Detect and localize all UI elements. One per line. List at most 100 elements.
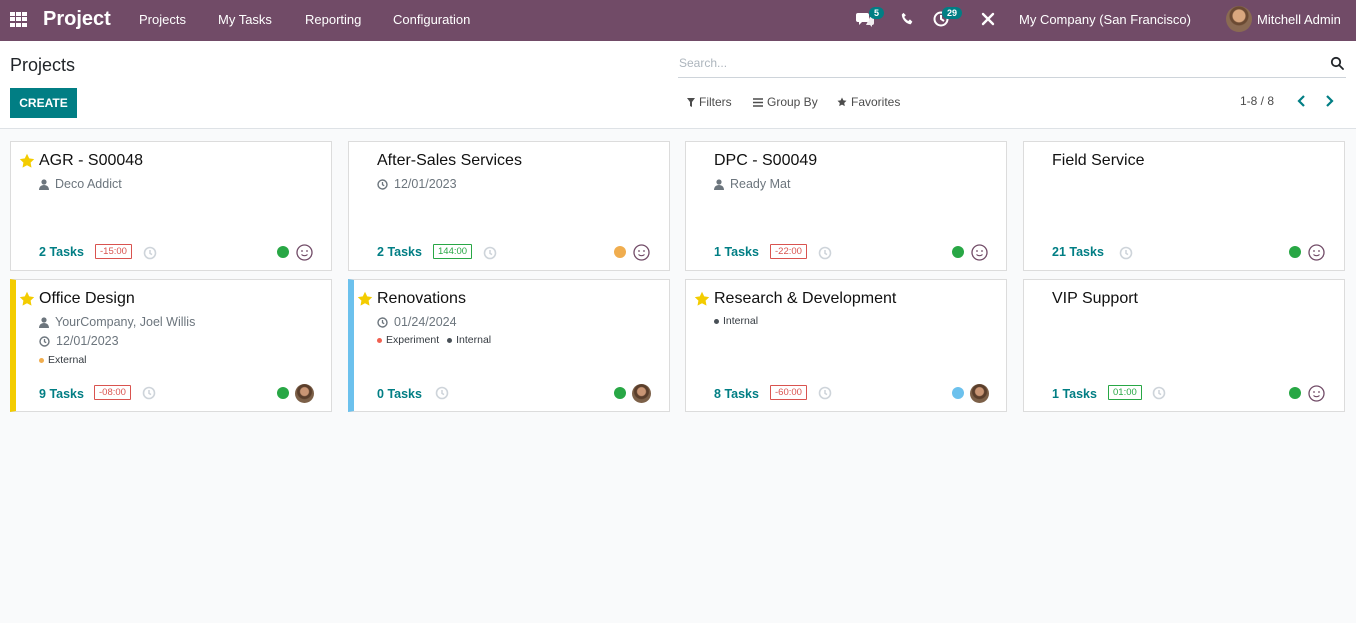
search-icon[interactable] — [1330, 56, 1344, 70]
status-dot[interactable] — [277, 246, 289, 258]
assignee-avatar[interactable] — [632, 384, 651, 403]
project-card[interactable]: Research & Development Internal 8 Tasks … — [685, 279, 1007, 412]
project-tags: External — [39, 354, 87, 366]
activity-clock-icon[interactable] — [435, 386, 449, 400]
status-dot[interactable] — [614, 246, 626, 258]
smile-icon[interactable] — [1308, 244, 1325, 261]
tasks-link[interactable]: 0 Tasks — [377, 387, 422, 401]
favorites-button[interactable]: Favorites — [837, 95, 900, 109]
tasks-label: Tasks — [1062, 387, 1097, 401]
tasks-link[interactable]: 21 Tasks — [1052, 245, 1104, 259]
tasks-count: 0 — [377, 387, 384, 401]
breadcrumb: Projects — [10, 55, 76, 75]
messages-badge: 5 — [869, 7, 885, 19]
menu-projects[interactable]: Projects — [139, 12, 186, 27]
allocated-hours-badge: 01:00 — [1108, 385, 1142, 400]
activity-clock-icon[interactable] — [143, 246, 157, 260]
date-value: 12/01/2023 — [56, 334, 119, 348]
create-button[interactable]: CREATE — [10, 88, 77, 118]
activity-clock-icon[interactable] — [483, 246, 497, 260]
smile-icon[interactable] — [633, 244, 650, 261]
tag-experiment: Experiment — [377, 334, 439, 346]
smile-icon[interactable] — [971, 244, 988, 261]
tasks-link[interactable]: 2 Tasks — [39, 245, 84, 259]
customer-name: Ready Mat — [730, 177, 791, 191]
tasks-count: 2 — [377, 245, 384, 259]
user-menu[interactable]: Mitchell Admin — [1257, 12, 1341, 27]
tasks-link[interactable]: 1 Tasks — [714, 245, 759, 259]
project-title: VIP Support — [1052, 290, 1138, 307]
app-title[interactable]: Project — [43, 8, 111, 31]
favorite-star-icon[interactable] — [19, 291, 35, 307]
customer-name: YourCompany, Joel Willis — [55, 315, 196, 329]
project-card[interactable]: After-Sales Services 12/01/2023 2 Tasks … — [348, 141, 670, 271]
tasks-label: Tasks — [724, 245, 759, 259]
filters-label: Filters — [699, 95, 732, 109]
tasks-link[interactable]: 8 Tasks — [714, 387, 759, 401]
activity-clock-icon[interactable] — [818, 386, 832, 400]
project-customer: Ready Mat — [714, 177, 790, 191]
company-switcher[interactable]: My Company (San Francisco) — [1019, 12, 1191, 27]
project-title: Field Service — [1052, 152, 1145, 169]
project-title: Office Design — [39, 290, 135, 307]
activity-clock-icon[interactable] — [818, 246, 832, 260]
status-dot[interactable] — [1289, 246, 1301, 258]
project-title: Renovations — [377, 290, 466, 307]
activity-clock-icon[interactable] — [1119, 246, 1133, 260]
menu-configuration[interactable]: Configuration — [393, 12, 470, 27]
project-card[interactable]: Field Service 21 Tasks — [1023, 141, 1345, 271]
status-dot[interactable] — [277, 387, 289, 399]
pager-value[interactable]: 1-8 / 8 — [1240, 94, 1274, 108]
project-card[interactable]: AGR - S00048 Deco Addict 2 Tasks -15:00 — [10, 141, 332, 271]
assignee-avatar[interactable] — [970, 384, 989, 403]
group-by-icon — [753, 97, 763, 107]
project-card[interactable]: Office Design YourCompany, Joel Willis 1… — [10, 279, 332, 412]
apps-menu-icon[interactable] — [10, 12, 27, 27]
favorite-star-icon[interactable] — [19, 153, 35, 169]
search-input[interactable]: Search... — [679, 56, 727, 70]
status-dot[interactable] — [952, 246, 964, 258]
tag-external: External — [39, 354, 87, 366]
menu-my-tasks[interactable]: My Tasks — [218, 12, 272, 27]
status-dot[interactable] — [614, 387, 626, 399]
project-card[interactable]: VIP Support 1 Tasks 01:00 — [1023, 279, 1345, 412]
project-tags: Experiment Internal — [377, 334, 491, 346]
activity-clock-icon[interactable] — [1152, 386, 1166, 400]
allocated-hours-badge: -15:00 — [95, 244, 132, 259]
tasks-count: 8 — [714, 387, 721, 401]
favorite-star-icon[interactable] — [694, 291, 710, 307]
tasks-label: Tasks — [724, 387, 759, 401]
favorite-star-icon[interactable] — [357, 291, 373, 307]
project-card[interactable]: Renovations 01/24/2024 Experiment Intern… — [348, 279, 670, 412]
tasks-label: Tasks — [1069, 245, 1104, 259]
debug-tools-icon[interactable] — [981, 12, 995, 26]
clock-icon — [377, 316, 388, 328]
pager-previous-icon[interactable] — [1294, 93, 1310, 109]
project-card[interactable]: DPC - S00049 Ready Mat 1 Tasks -22:00 — [685, 141, 1007, 271]
filters-button[interactable]: Filters — [687, 95, 732, 109]
user-avatar[interactable] — [1226, 6, 1252, 32]
tasks-link[interactable]: 1 Tasks — [1052, 387, 1097, 401]
pager-next-icon[interactable] — [1321, 93, 1337, 109]
allocated-hours-badge: 144:00 — [433, 244, 473, 259]
project-title: AGR - S00048 — [39, 152, 144, 169]
assignee-avatar[interactable] — [295, 384, 314, 403]
smile-icon[interactable] — [1308, 385, 1325, 402]
tasks-link[interactable]: 9 Tasks — [39, 387, 84, 401]
top-navbar: Project Projects My Tasks Reporting Conf… — [0, 0, 1356, 41]
activities-badge: 29 — [942, 7, 963, 19]
tasks-link[interactable]: 2 Tasks — [377, 245, 422, 259]
group-by-button[interactable]: Group By — [753, 95, 818, 109]
status-dot[interactable] — [1289, 387, 1301, 399]
allocated-hours-badge: -60:00 — [770, 385, 807, 400]
menu-reporting[interactable]: Reporting — [305, 12, 361, 27]
tag-internal: Internal — [714, 315, 758, 327]
project-tags: Internal — [714, 315, 758, 327]
status-dot[interactable] — [952, 387, 964, 399]
search-bar[interactable]: Search... — [678, 53, 1346, 78]
tasks-count: 9 — [39, 387, 46, 401]
smile-icon[interactable] — [296, 244, 313, 261]
activity-clock-icon[interactable] — [142, 386, 156, 400]
tasks-label: Tasks — [49, 387, 84, 401]
phone-icon[interactable] — [901, 12, 914, 25]
